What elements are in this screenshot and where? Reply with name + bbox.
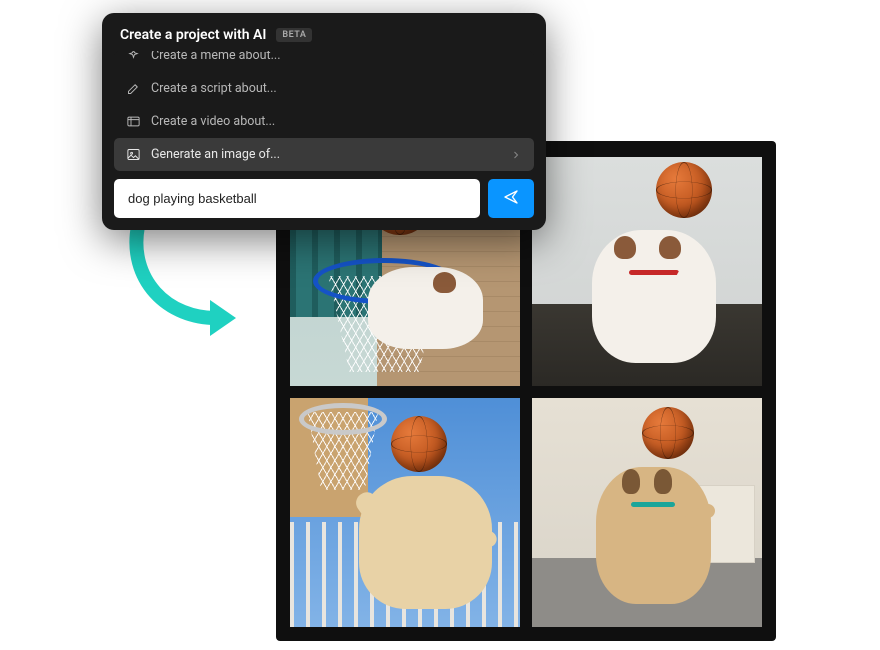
sparkle-icon (126, 51, 141, 63)
chevron-right-icon (510, 149, 522, 161)
beta-badge: BETA (276, 28, 312, 42)
options-list: Create a meme about... Create a script a… (114, 51, 534, 171)
input-row (114, 179, 534, 218)
option-create-meme[interactable]: Create a meme about... (114, 51, 534, 72)
result-image-2[interactable] (532, 157, 762, 386)
image-icon (126, 147, 141, 162)
send-button[interactable] (488, 179, 534, 218)
option-create-video[interactable]: Create a video about... (114, 105, 534, 138)
prompt-input[interactable] (114, 179, 480, 218)
video-icon (126, 114, 141, 129)
option-label: Create a script about... (151, 81, 277, 96)
edit-icon (126, 81, 141, 96)
option-label: Create a video about... (151, 114, 275, 129)
option-label: Generate an image of... (151, 147, 280, 162)
send-icon (502, 188, 520, 209)
dialog-header: Create a project with AI BETA (114, 25, 534, 51)
option-label: Create a meme about... (151, 51, 281, 63)
option-create-script[interactable]: Create a script about... (114, 72, 534, 105)
dialog-title: Create a project with AI (120, 27, 266, 43)
result-image-4[interactable] (532, 398, 762, 627)
ai-project-dialog: Create a project with AI BETA Create a m… (102, 13, 546, 230)
flow-arrow (118, 218, 248, 348)
result-image-3[interactable] (290, 398, 520, 627)
option-generate-image[interactable]: Generate an image of... (114, 138, 534, 171)
